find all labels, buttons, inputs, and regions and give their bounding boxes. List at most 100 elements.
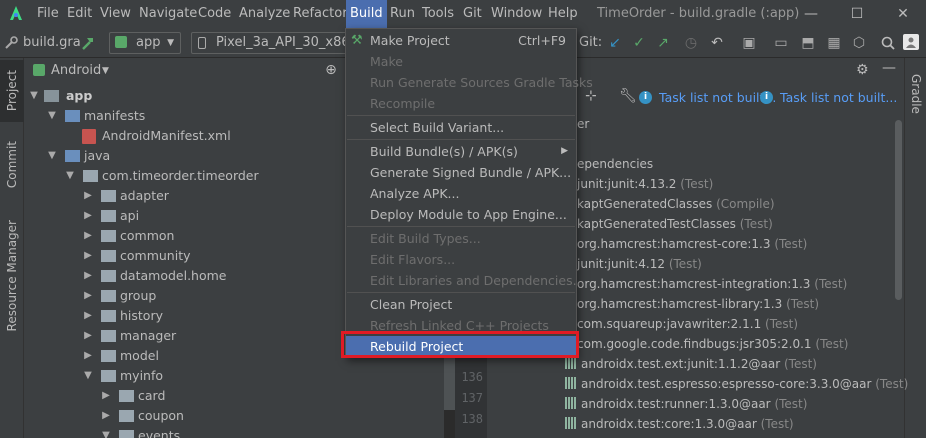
menu-run[interactable]: Run xyxy=(390,0,415,28)
menu-item-build-bundle-apk[interactable]: Build Bundle(s) / APK(s) ▶ xyxy=(346,141,576,162)
chevron-down-icon[interactable]: ▼ xyxy=(102,58,109,84)
tree-row-label: manifests xyxy=(84,108,146,123)
tab-project[interactable]: Project xyxy=(0,60,24,122)
menu-item-run-generate-sources[interactable]: Run Generate Sources Gradle Tasks xyxy=(346,72,593,93)
dependency-row[interactable]: org.hamcrest:hamcrest-core:1.3 (Test) xyxy=(577,234,807,254)
git-update-icon[interactable]: ↙ xyxy=(606,34,624,52)
dependency-row[interactable]: kaptGeneratedClasses (Compile) xyxy=(577,194,775,214)
tab-resource-manager[interactable]: Resource Manager xyxy=(0,206,24,346)
device-manager-icon[interactable]: ⬡ xyxy=(850,34,868,52)
tree-row-events[interactable]: ▼ events xyxy=(24,426,444,438)
menu-tools[interactable]: Tools xyxy=(422,0,454,28)
menu-item-generate-signed-bundle[interactable]: Generate Signed Bundle / APK... xyxy=(346,162,576,183)
chevron-down-icon[interactable]: ▼ xyxy=(100,426,112,438)
dependency-row[interactable]: org.hamcrest:hamcrest-integration:1.3 (T… xyxy=(577,274,847,294)
locate-target-icon[interactable]: ⊕ xyxy=(323,61,339,78)
menu-item-deploy-app-engine[interactable]: Deploy Module to App Engine... xyxy=(346,204,576,225)
chevron-down-icon[interactable]: ▼ xyxy=(82,366,94,386)
menu-item-edit-flavors[interactable]: Edit Flavors... xyxy=(346,249,576,270)
wrench-icon[interactable]: 🔧︎ xyxy=(619,88,637,104)
task-list-link-2[interactable]: Task list not built... xyxy=(780,88,897,108)
chevron-right-icon[interactable]: ▶ xyxy=(82,246,94,266)
settings-wrench-icon[interactable] xyxy=(2,34,20,52)
menu-build[interactable]: Build xyxy=(346,0,387,28)
menu-item-make-project[interactable]: ⚒ Make Project Ctrl+F9 xyxy=(346,30,576,51)
chevron-right-icon[interactable]: ▶ xyxy=(82,306,94,326)
chevron-down-icon[interactable]: ▼ xyxy=(46,146,58,166)
minimize-button[interactable]: — xyxy=(788,0,834,28)
sdk-manager-icon[interactable]: ⬒ xyxy=(799,34,817,52)
chevron-right-icon[interactable]: ▶ xyxy=(82,266,94,286)
folder-icon xyxy=(101,190,116,202)
build-hammer-icon[interactable] xyxy=(79,34,97,52)
gradle-dependencies-node[interactable]: ependencies xyxy=(577,154,653,174)
chevron-down-icon[interactable]: ▼ xyxy=(28,86,40,106)
search-icon[interactable] xyxy=(879,34,897,52)
dependency-row[interactable]: kaptGeneratedTestClasses (Test) xyxy=(577,214,773,234)
menu-refactor[interactable]: Refactor xyxy=(293,0,348,28)
device-select[interactable]: Pixel_3a_API_30_x86 xyxy=(191,32,350,54)
avd-manager-icon[interactable]: ▭ xyxy=(772,34,790,52)
tree-row-myinfo[interactable]: ▼ myinfo xyxy=(24,366,444,386)
dependency-row[interactable]: com.squareup:javawriter:2.1.1 (Test) xyxy=(577,314,798,334)
tree-row-coupon[interactable]: ▶ coupon xyxy=(24,406,444,426)
project-structure-icon[interactable]: ▦ xyxy=(825,34,843,52)
sync-project-icon[interactable]: ▣ xyxy=(740,34,758,52)
history-icon[interactable]: ◷ xyxy=(682,34,700,52)
chevron-right-icon[interactable]: ▶ xyxy=(82,226,94,246)
gradle-scrollbar[interactable] xyxy=(895,120,902,300)
menu-git[interactable]: Git xyxy=(463,0,482,28)
menu-item-clean-project[interactable]: Clean Project xyxy=(346,294,576,315)
menu-edit[interactable]: Edit xyxy=(67,0,92,28)
chevron-right-icon[interactable]: ▶ xyxy=(82,286,94,306)
project-view-mode[interactable]: Android xyxy=(51,58,101,84)
menu-view[interactable]: View xyxy=(100,0,131,28)
chevron-right-icon[interactable]: ▶ xyxy=(82,346,94,366)
chevron-down-icon: ▼ xyxy=(167,38,174,48)
gradle-tree-header[interactable]: er xyxy=(577,114,589,134)
gear-icon[interactable]: ⚙ xyxy=(856,62,869,78)
git-push-icon[interactable]: ↗ xyxy=(654,34,672,52)
chevron-down-icon[interactable]: ▼ xyxy=(64,166,76,186)
menu-code[interactable]: Code xyxy=(198,0,231,28)
avatar-icon[interactable] xyxy=(903,34,919,50)
dependency-row[interactable]: junit:junit:4.13.2 (Test) xyxy=(577,174,713,194)
dependency-row[interactable]: org.hamcrest:hamcrest-library:1.3 (Test) xyxy=(577,294,819,314)
dependency-row[interactable]: junit:junit:4.12 (Test) xyxy=(577,254,702,274)
tab-gradle[interactable]: Gradle xyxy=(905,64,926,124)
chevron-right-icon[interactable]: ▶ xyxy=(82,326,94,346)
dependency-row[interactable]: com.google.code.findbugs:jsr305:2.0.1 (T… xyxy=(577,334,848,354)
chevron-right-icon[interactable]: ▶ xyxy=(82,186,94,206)
task-list-link-1[interactable]: Task list not built... xyxy=(659,88,776,108)
maximize-button[interactable]: ☐ xyxy=(834,0,880,28)
menu-item-analyze-apk[interactable]: Analyze APK... xyxy=(346,183,576,204)
dependency-row[interactable]: androidx.test:runner:1.3.0@aar (Test) xyxy=(565,394,807,414)
run-config-select[interactable]: app ▼ xyxy=(109,32,181,54)
menu-file[interactable]: File xyxy=(37,0,59,28)
close-window-button[interactable]: ✕ xyxy=(880,0,926,28)
hide-panel-icon[interactable]: — xyxy=(882,60,896,76)
chevron-right-icon[interactable]: ▶ xyxy=(100,406,112,426)
menu-help[interactable]: Help xyxy=(548,0,578,28)
menu-item-label: Edit Libraries and Dependencies... xyxy=(370,273,585,288)
tab-commit[interactable]: Commit xyxy=(0,134,24,196)
chevron-down-icon[interactable]: ▼ xyxy=(46,106,58,126)
menu-item-recompile[interactable]: Recompile xyxy=(346,93,576,114)
file-tab-label[interactable]: build.gra xyxy=(23,28,81,58)
tree-row-card[interactable]: ▶ card xyxy=(24,386,444,406)
menu-item-edit-build-types[interactable]: Edit Build Types... xyxy=(346,228,576,249)
menu-navigate[interactable]: Navigate xyxy=(139,0,197,28)
menu-item-edit-libraries[interactable]: Edit Libraries and Dependencies... xyxy=(346,270,585,291)
menu-window[interactable]: Window xyxy=(491,0,542,28)
tree-row-label: coupon xyxy=(138,408,184,423)
menu-analyze[interactable]: Analyze xyxy=(239,0,290,28)
menu-item-make[interactable]: Make xyxy=(346,51,576,72)
dependency-row[interactable]: androidx.test.espresso:espresso-core:3.3… xyxy=(565,374,908,394)
menu-item-select-build-variant[interactable]: Select Build Variant... xyxy=(346,117,576,138)
dependency-row[interactable]: androidx.test.ext:junit:1.1.2@aar (Test) xyxy=(565,354,817,374)
rollback-icon[interactable]: ↶ xyxy=(708,34,726,52)
git-commit-icon[interactable]: ✓ xyxy=(630,34,648,52)
chevron-right-icon[interactable]: ▶ xyxy=(100,386,112,406)
dependency-row[interactable]: androidx.test:core:1.3.0@aar (Test) xyxy=(565,414,794,434)
chevron-right-icon[interactable]: ▶ xyxy=(82,206,94,226)
